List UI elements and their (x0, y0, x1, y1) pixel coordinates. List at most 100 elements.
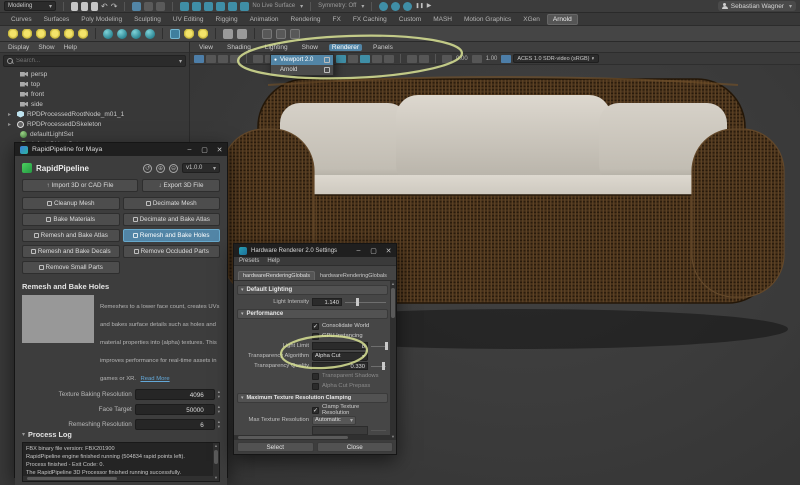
outliner-menu-display[interactable]: Display (8, 44, 29, 51)
open-scene-icon[interactable] (81, 1, 88, 11)
process-log-header[interactable]: ▾ Process Log (22, 430, 220, 439)
shelf-tab-motion-graphics[interactable]: Motion Graphics (459, 15, 516, 24)
select-object-icon[interactable] (144, 1, 154, 11)
section-texture-clamping[interactable]: ▾ Maximum Texture Resolution Clamping (237, 393, 388, 403)
light-intensity-input[interactable]: 1.140 (312, 298, 342, 306)
action-remove-occluded-parts[interactable]: Remove Occluded Parts (122, 245, 220, 258)
outliner-item-front[interactable]: front (0, 89, 189, 99)
action-remesh-bake-holes[interactable]: Remesh and Bake Holes (122, 229, 220, 242)
standard-surface-icon[interactable] (103, 28, 113, 39)
gpu-instancing-checkbox[interactable] (312, 332, 319, 340)
outliner-item-defaultlightset[interactable]: defaultLightSet (0, 129, 189, 139)
photometric-light-icon[interactable] (78, 28, 88, 39)
vp-menu-renderer[interactable]: Renderer (328, 43, 362, 51)
shelf-tab-sculpting[interactable]: Sculpting (129, 15, 166, 24)
shelf-tab-arnold[interactable]: Arnold (546, 13, 578, 25)
shelf-tab-mash[interactable]: MASH (428, 15, 457, 24)
process-log[interactable]: FBX binary file version: FBX201900 Rapid… (22, 442, 220, 482)
color-management-icon[interactable] (501, 54, 512, 63)
action-remesh-bake-decals[interactable]: Remesh and Bake Decals (22, 245, 120, 258)
chevron-down-icon[interactable]: ▾ (300, 3, 303, 10)
import-button[interactable]: ↑ Import 3D or CAD File (22, 179, 138, 192)
rapidpipeline-titlebar[interactable]: RapidPipeline for Maya – ▢ ✕ (15, 143, 227, 156)
hw-attribute-editor[interactable]: ▾ Default Lighting Light Intensity 1.140… (234, 280, 396, 440)
shelf-tab-animation[interactable]: Animation (245, 15, 284, 24)
shelf-tab-rigging[interactable]: Rigging (211, 15, 243, 24)
isolate-select-icon[interactable] (419, 54, 429, 63)
chevron-down-icon[interactable]: ▾ (361, 3, 364, 10)
section-performance[interactable]: ▾ Performance (237, 309, 388, 319)
exposure-icon[interactable] (442, 54, 452, 63)
layout-single-icon[interactable] (262, 28, 272, 39)
light-intensity-slider[interactable] (345, 298, 388, 306)
curve-collector-icon[interactable] (145, 28, 155, 39)
face-target-input[interactable]: 50000 (134, 404, 215, 415)
stepper[interactable]: ▴ ▾ (218, 389, 220, 399)
action-bake-materials[interactable]: Bake Materials (22, 213, 120, 226)
area-light-icon[interactable] (8, 28, 18, 39)
render-view-icon[interactable] (379, 1, 389, 11)
outliner-menu-help[interactable]: Help (64, 44, 77, 51)
shadows-icon[interactable] (360, 54, 370, 63)
select-component-icon[interactable] (156, 1, 166, 11)
ao-icon[interactable] (372, 54, 382, 63)
log-vertical-scrollbar[interactable]: ▲ ▼ (213, 443, 219, 481)
renderer-option-arnold[interactable]: ● Arnold (271, 65, 333, 75)
hardware-renderer-titlebar[interactable]: Hardware Renderer 2.0 Settings – ▢ ✕ (234, 244, 396, 257)
grid-icon[interactable] (253, 54, 263, 63)
consolidate-world-checkbox[interactable] (312, 322, 319, 330)
close-dialog-button[interactable]: Close (316, 442, 393, 452)
skydome-light-icon[interactable] (50, 28, 60, 39)
log-horizontal-scrollbar[interactable] (23, 476, 213, 481)
spot-light-icon[interactable] (36, 28, 46, 39)
mesh-light-icon[interactable] (64, 28, 74, 39)
layout-four-icon[interactable] (276, 28, 286, 39)
undo-icon[interactable]: ↶ (101, 2, 108, 11)
new-scene-icon[interactable] (71, 1, 78, 11)
close-button[interactable]: ✕ (381, 244, 396, 257)
symmetry-selector[interactable]: Symmetry: Off (318, 3, 356, 9)
volume-icon[interactable] (131, 28, 141, 39)
hw-vertical-scrollbar[interactable]: ▲ ▼ (390, 281, 396, 440)
action-remesh-bake-atlas[interactable]: Remesh and Bake Atlas (22, 229, 120, 242)
motion-blur-icon[interactable] (384, 54, 394, 63)
flush-cache-icon[interactable] (223, 28, 233, 39)
chevron-down-icon[interactable]: ▾ (179, 58, 182, 65)
menu-help[interactable]: Help (267, 258, 279, 264)
reset-icon[interactable]: ↺ (143, 163, 152, 173)
action-decimate-mesh[interactable]: Decimate Mesh (122, 197, 220, 210)
version-selector[interactable]: v1.0.0 ▾ (182, 163, 220, 173)
hw-horizontal-scrollbar[interactable] (234, 435, 390, 440)
play-icon[interactable]: ▶ (427, 2, 432, 11)
snap-point-icon[interactable] (204, 1, 214, 11)
lock-camera-icon[interactable] (206, 54, 216, 63)
action-decimate-bake-atlas[interactable]: Decimate and Bake Atlas (122, 213, 220, 226)
outliner-item-side[interactable]: side (0, 99, 189, 109)
vp-menu-panels[interactable]: Panels (370, 44, 396, 51)
standin-icon[interactable] (117, 28, 127, 39)
shelf-tab-fx-caching[interactable]: FX Caching (348, 15, 392, 24)
export-button[interactable]: ↓ Export 3D File (142, 179, 220, 192)
expand-icon[interactable]: ▸ (8, 121, 14, 128)
gamma-icon[interactable] (471, 54, 482, 63)
light-limit-input[interactable]: 8 (312, 342, 368, 350)
outliner-item-top[interactable]: top (0, 79, 189, 89)
gamma-value[interactable]: 1.00 (486, 56, 498, 62)
make-live-icon[interactable] (240, 1, 250, 11)
option-box-icon[interactable] (324, 67, 330, 73)
snap-view-plane-icon[interactable] (228, 1, 238, 11)
zoom-in-icon[interactable]: ⊕ (156, 163, 165, 173)
exposure-value[interactable]: 0.00 (456, 56, 468, 62)
bookmark-icon[interactable] (230, 54, 240, 63)
section-default-lighting[interactable]: ▾ Default Lighting (237, 285, 388, 295)
outliner-menu-show[interactable]: Show (38, 44, 54, 51)
layout-split-icon[interactable] (290, 28, 300, 39)
remeshing-resolution-input[interactable]: 6 (134, 419, 215, 430)
pause-icon[interactable]: ❚❚ (415, 2, 423, 11)
select-camera-icon[interactable] (194, 54, 204, 63)
textured-icon[interactable] (336, 54, 346, 63)
vp-menu-view[interactable]: View (196, 44, 216, 51)
expand-icon[interactable]: ▸ (8, 111, 14, 118)
outliner-search[interactable]: ▾ (3, 55, 186, 67)
vp-menu-lighting[interactable]: Lighting (262, 44, 291, 51)
